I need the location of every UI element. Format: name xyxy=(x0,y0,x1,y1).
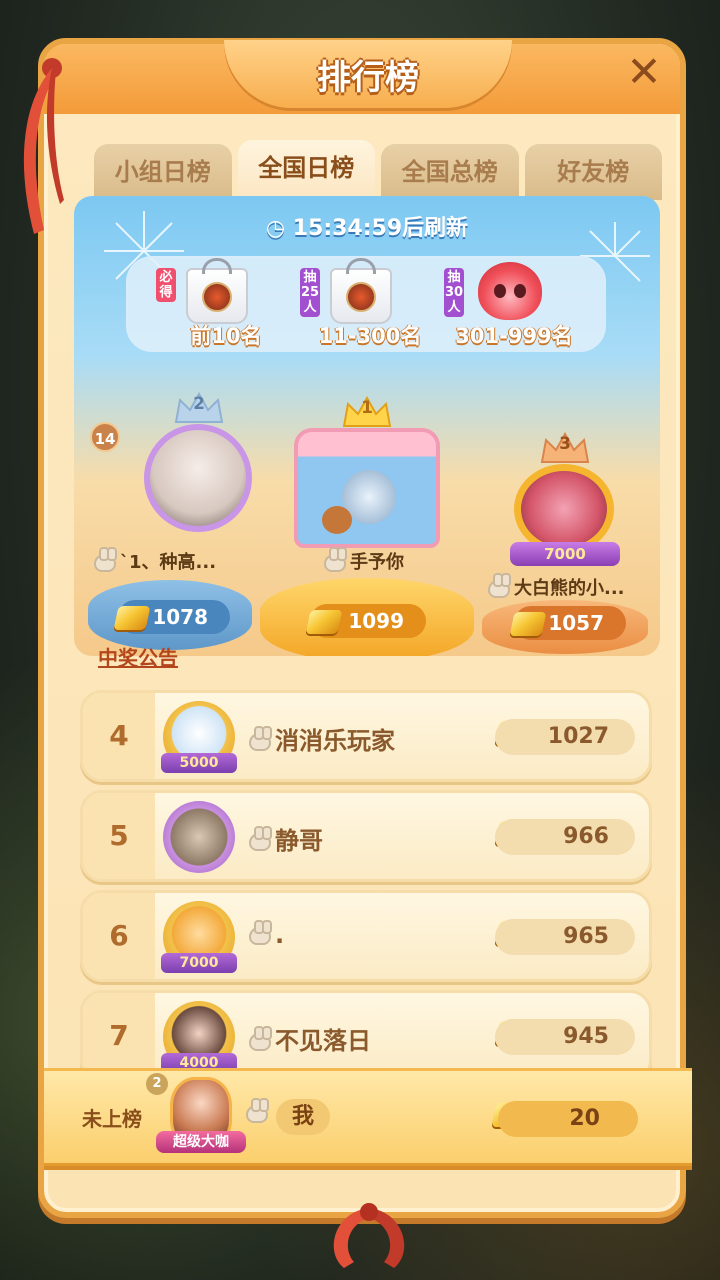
vip-badge: 超级大咖 xyxy=(156,1131,246,1153)
rabbit-icon xyxy=(249,826,272,851)
reward-tag: 抽30人 xyxy=(444,268,464,317)
rank-number: 4 xyxy=(83,693,155,779)
winner-announcement-link[interactable]: 中奖公告 xyxy=(98,642,178,671)
frame-badge: 7000 xyxy=(161,953,237,973)
leaderboard-panel: 排行榜 ✕ 小组日榜 全国日榜 全国总榜 好友榜 ◷ 15:34:59后刷新 必… xyxy=(23,38,692,1268)
player-name: 我 xyxy=(276,1099,330,1135)
score: 965 xyxy=(495,919,635,955)
rank-number: 2 xyxy=(193,394,205,414)
level-badge: 14 xyxy=(90,422,120,452)
player-name: 消消乐玩家 xyxy=(249,721,395,756)
rabbit-icon xyxy=(249,726,272,751)
frame-badge: 7000 xyxy=(510,542,620,566)
tab-national-daily[interactable]: 全国日榜 xyxy=(237,140,375,200)
gold-bar-icon xyxy=(305,610,343,634)
rabbit-icon xyxy=(249,920,272,945)
reward-tag: 必得 xyxy=(156,268,176,302)
tab-friends[interactable]: 好友榜 xyxy=(524,144,662,200)
rabbit-icon xyxy=(94,547,117,572)
close-button[interactable]: ✕ xyxy=(622,50,666,94)
list-item[interactable]: 6 7000 . 965 xyxy=(80,890,652,982)
tab-bar: 小组日榜 全国日榜 全国总榜 好友榜 xyxy=(94,140,662,200)
rank-number: 7 xyxy=(83,993,155,1079)
reward-arena: ◷ 15:34:59后刷新 必得 前10名 抽25人 11-300名 抽30人 … xyxy=(74,196,660,656)
rank-number: 1 xyxy=(361,398,373,418)
list-item[interactable]: 5 静哥 966 xyxy=(80,790,652,882)
gift-bag-icon xyxy=(186,258,248,324)
list-item[interactable]: 4 5000 消消乐玩家 1027 xyxy=(80,690,652,782)
frame-badge: 5000 xyxy=(161,753,237,773)
rabbit-icon xyxy=(488,573,511,598)
score: 20 xyxy=(498,1101,638,1137)
refresh-timer: ◷ 15:34:59后刷新 xyxy=(74,210,660,242)
ribbon-decoration-icon xyxy=(333,1203,405,1268)
reward-label: 11-300名 xyxy=(318,324,422,348)
rank-number: 5 xyxy=(83,793,155,879)
player-name: . xyxy=(249,920,284,949)
gold-bar-icon xyxy=(509,612,547,636)
reward-tier-1[interactable]: 必得 前10名 xyxy=(156,258,296,350)
player-name: `1、种高... xyxy=(94,547,274,574)
gift-bag-icon xyxy=(330,258,392,324)
player-name: 静哥 xyxy=(249,821,323,856)
my-rank-label: 未上榜 xyxy=(82,1107,142,1131)
rank-number: 6 xyxy=(83,893,155,979)
gold-bar-icon xyxy=(113,606,151,630)
reward-label: 301-999名 xyxy=(455,324,573,348)
rabbit-icon xyxy=(246,1098,269,1123)
timer-text: 15:34:59后刷新 xyxy=(292,216,469,241)
reward-tag: 抽25人 xyxy=(300,268,320,317)
reward-tiers: 必得 前10名 抽25人 11-300名 抽30人 301-999名 xyxy=(126,256,606,352)
score: 945 xyxy=(495,1019,635,1055)
knight-frame-icon xyxy=(294,428,440,548)
reward-label: 前10名 xyxy=(190,324,262,348)
player-name: 不见落日 xyxy=(249,1021,371,1056)
avatar xyxy=(144,424,252,532)
close-icon: ✕ xyxy=(626,47,662,96)
ribbon-decoration-icon xyxy=(23,58,64,234)
my-rank-row[interactable]: 未上榜 2 超级大咖 我 20 xyxy=(44,1068,692,1166)
rabbit-icon xyxy=(324,547,347,572)
score: 1027 xyxy=(495,719,635,755)
player-name: 大白熊的小... xyxy=(488,573,658,600)
rank-number: 3 xyxy=(559,434,571,454)
page-title: 排行榜 xyxy=(317,58,419,98)
score: 966 xyxy=(495,819,635,855)
avatar xyxy=(163,801,235,873)
title-plate: 排行榜 xyxy=(224,40,512,108)
level-badge: 2 xyxy=(146,1073,168,1095)
clock-icon: ◷ xyxy=(265,216,286,241)
avatar xyxy=(514,464,614,554)
fox-plush-icon xyxy=(478,262,542,320)
reward-tier-3[interactable]: 抽30人 301-999名 xyxy=(444,262,584,350)
tab-group-daily[interactable]: 小组日榜 xyxy=(94,144,232,200)
player-name: 手予你 xyxy=(324,547,404,574)
reward-tier-2[interactable]: 抽25人 11-300名 xyxy=(300,258,440,350)
rabbit-icon xyxy=(249,1026,272,1051)
tab-national-total[interactable]: 全国总榜 xyxy=(381,144,519,200)
